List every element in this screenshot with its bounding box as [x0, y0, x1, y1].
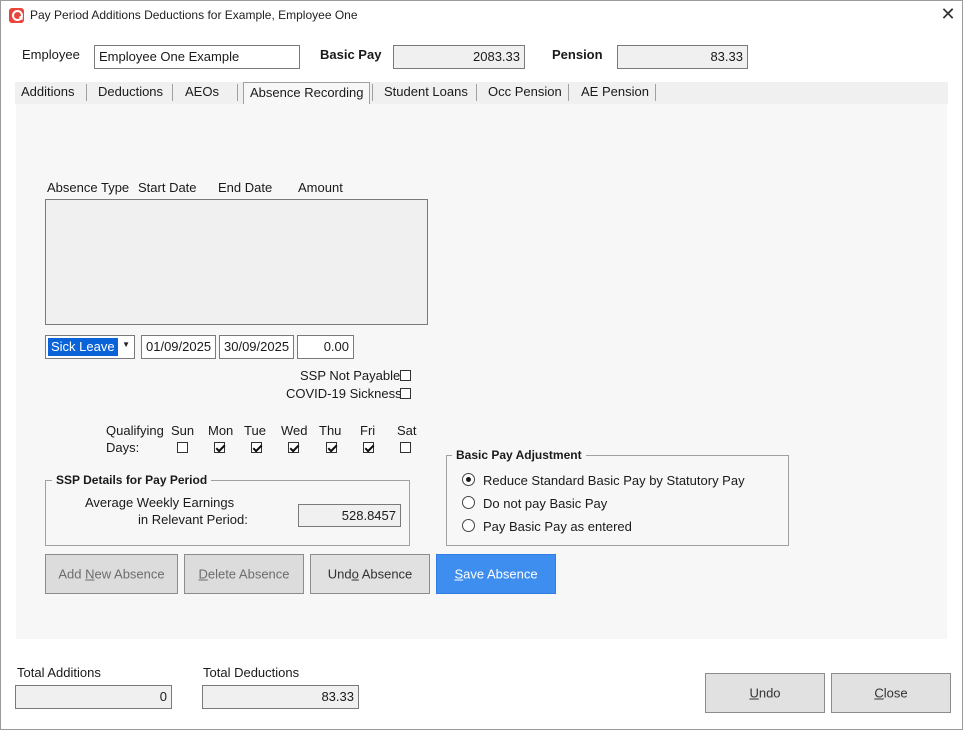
tab-divider: [568, 84, 569, 101]
awe-label-2: in Relevant Period:: [138, 512, 248, 527]
qualifying-days-label-2: Days:: [106, 440, 140, 455]
pension-label: Pension: [552, 47, 603, 62]
delete-absence-button[interactable]: Delete Absence: [184, 554, 304, 594]
day-label-tue: Tue: [244, 423, 266, 438]
close-window-button[interactable]: ✕: [938, 4, 958, 26]
amount-field[interactable]: 0.00: [297, 335, 354, 359]
close-button[interactable]: Close: [831, 673, 951, 713]
window-title: Pay Period Additions Deductions for Exam…: [30, 8, 358, 22]
day-label-sun: Sun: [171, 423, 195, 438]
tab-absence-recording[interactable]: Absence Recording: [243, 82, 371, 105]
total-deductions-field: 83.33: [202, 685, 359, 709]
covid-sickness-label: COVID-19 Sickness: [286, 386, 402, 401]
radio-reduce-basic-pay-label: Reduce Standard Basic Pay by Statutory P…: [483, 473, 745, 488]
total-additions-label: Total Additions: [17, 665, 101, 680]
tab-divider: [372, 84, 373, 101]
absence-type-selected: Sick Leave: [48, 338, 118, 356]
ssp-details-title: SSP Details for Pay Period: [52, 473, 212, 487]
tab-divider: [655, 84, 656, 101]
awe-label: Average Weekly Earnings: [85, 495, 235, 510]
day-checkbox-wed[interactable]: [288, 442, 299, 453]
end-date-field[interactable]: 30/09/2025: [219, 335, 294, 359]
day-checkbox-mon[interactable]: [214, 442, 225, 453]
basic-pay-label: Basic Pay: [320, 47, 382, 62]
column-header-start-date: Start Date: [138, 180, 197, 195]
undo-button[interactable]: Undo: [705, 673, 825, 713]
tab-ae-pension[interactable]: AE Pension: [581, 82, 649, 104]
column-header-amount: Amount: [298, 180, 343, 195]
tab-aeos[interactable]: AEOs: [185, 82, 219, 104]
radio-pay-as-entered-label: Pay Basic Pay as entered: [483, 519, 632, 534]
add-new-absence-button[interactable]: Add New Absence: [45, 554, 178, 594]
app-icon: [9, 8, 24, 23]
total-additions-field: 0: [15, 685, 172, 709]
absence-type-select[interactable]: Sick Leave ▼: [45, 335, 135, 359]
day-label-wed: Wed: [281, 423, 308, 438]
day-checkbox-fri[interactable]: [363, 442, 374, 453]
day-label-fri: Fri: [360, 423, 376, 438]
day-checkbox-tue[interactable]: [251, 442, 262, 453]
basic-pay-field: 2083.33: [393, 45, 525, 69]
tab-divider: [237, 84, 238, 101]
day-label-sat: Sat: [397, 423, 417, 438]
pension-field: 83.33: [617, 45, 748, 69]
column-header-absence-type: Absence Type: [47, 180, 130, 195]
day-label-mon: Mon: [208, 423, 234, 438]
total-deductions-label: Total Deductions: [203, 665, 300, 680]
column-header-end-date: End Date: [218, 180, 273, 195]
tab-occ-pension[interactable]: Occ Pension: [488, 82, 562, 104]
tab-divider: [476, 84, 477, 101]
employee-label: Employee: [22, 47, 80, 62]
ssp-not-payable-label: SSP Not Payable: [300, 368, 401, 383]
chevron-down-icon: ▼: [122, 340, 130, 349]
day-checkbox-sat[interactable]: [400, 442, 411, 453]
tab-student-loans[interactable]: Student Loans: [384, 82, 468, 104]
tab-strip: Additions Deductions AEOs Absence Record…: [15, 82, 948, 105]
radio-pay-as-entered[interactable]: [462, 519, 475, 532]
tab-divider: [86, 84, 87, 101]
radio-do-not-pay-basic-pay-label: Do not pay Basic Pay: [483, 496, 608, 511]
start-date-field[interactable]: 01/09/2025: [141, 335, 216, 359]
day-checkbox-sun[interactable]: [177, 442, 188, 453]
tab-deductions[interactable]: Deductions: [98, 82, 163, 104]
tab-divider: [172, 84, 173, 101]
absence-list[interactable]: [45, 199, 428, 325]
covid-sickness-checkbox[interactable]: [400, 388, 411, 399]
qualifying-days-label: Qualifying: [106, 423, 164, 438]
undo-absence-button[interactable]: Undo Absence: [310, 554, 430, 594]
day-checkbox-thu[interactable]: [326, 442, 337, 453]
tab-additions[interactable]: Additions: [21, 82, 74, 104]
ssp-not-payable-checkbox[interactable]: [400, 370, 411, 381]
awe-field: 528.8457: [298, 504, 401, 527]
basic-pay-adjustment-title: Basic Pay Adjustment: [452, 448, 586, 462]
radio-reduce-basic-pay[interactable]: [462, 473, 475, 486]
day-label-thu: Thu: [319, 423, 342, 438]
save-absence-button[interactable]: Save Absence: [436, 554, 556, 594]
employee-field[interactable]: Employee One Example: [94, 45, 300, 69]
radio-do-not-pay-basic-pay[interactable]: [462, 496, 475, 509]
